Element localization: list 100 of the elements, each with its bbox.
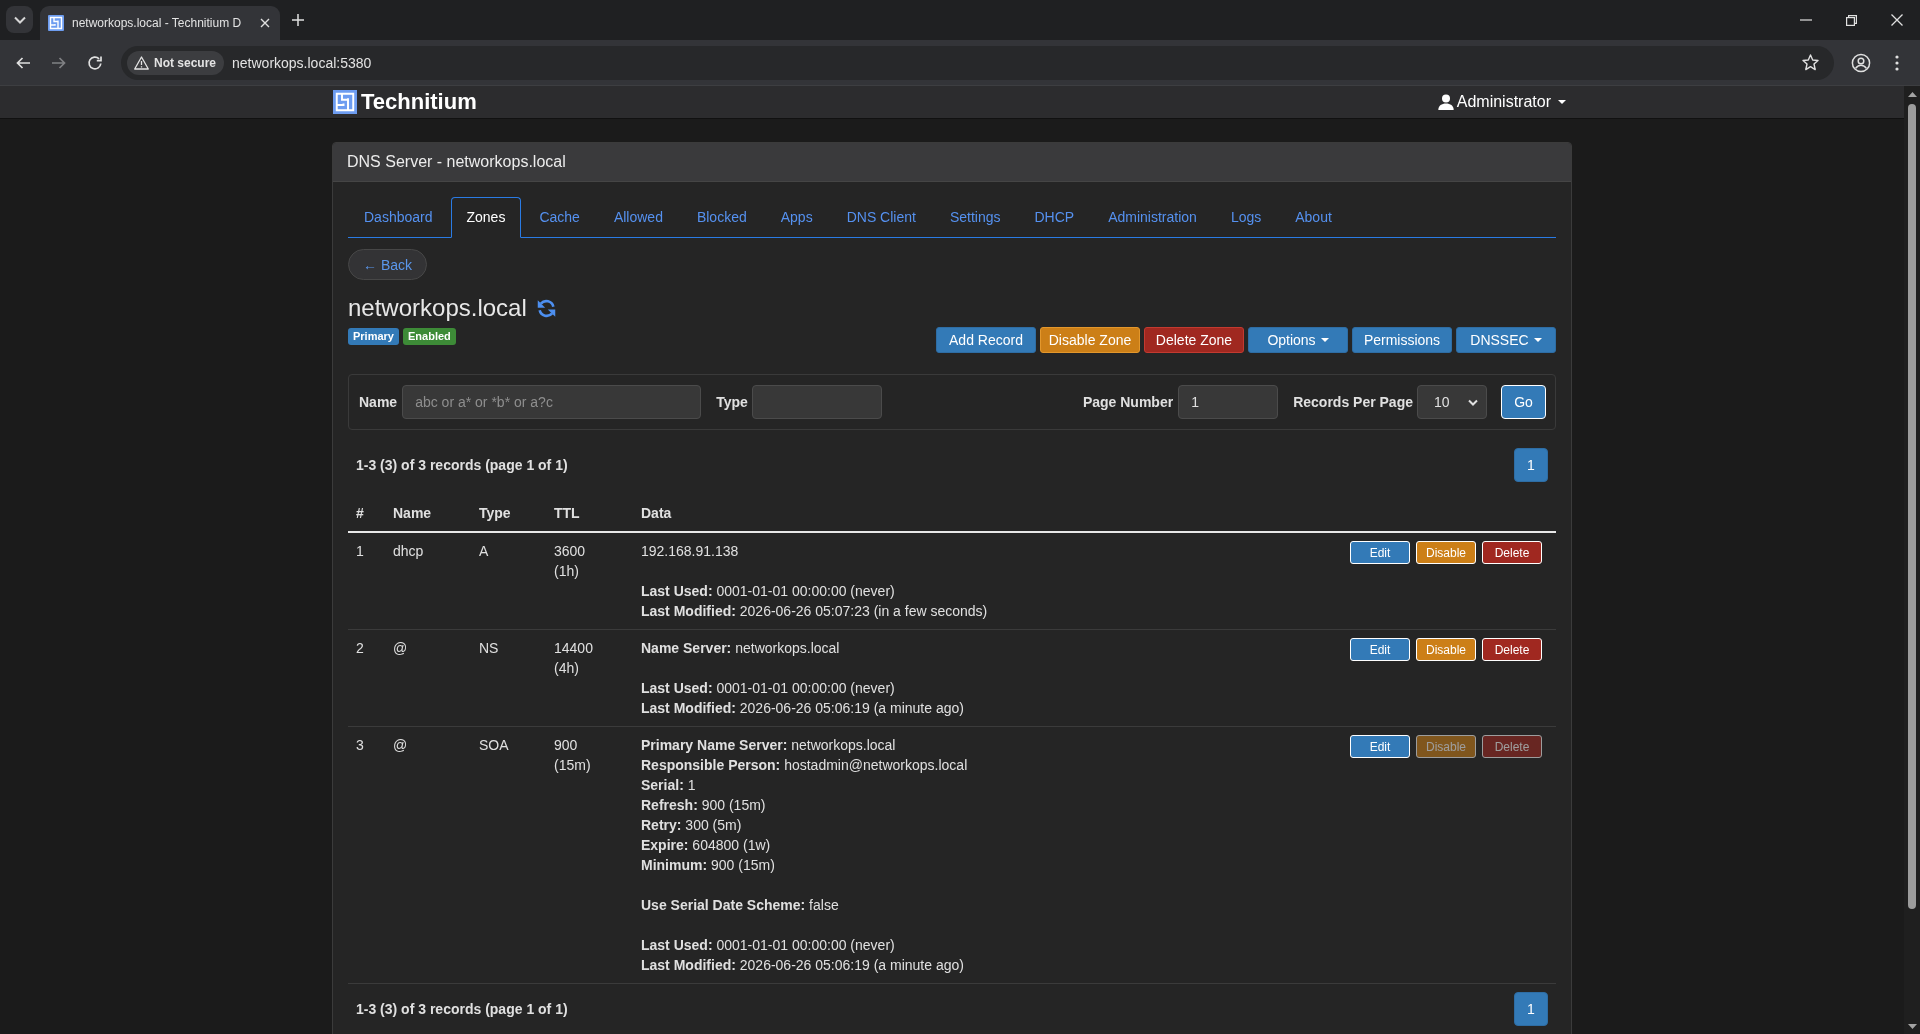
record-data-line: Refresh: 900 (15m): [641, 796, 766, 815]
ttl-value: 3600: [554, 542, 586, 561]
zone-action-button[interactable]: Disable Zone: [1040, 327, 1140, 353]
maze-favicon-icon: [48, 15, 64, 31]
row-action-button[interactable]: Delete: [1482, 541, 1542, 564]
table-cell: 1: [348, 532, 385, 630]
table-cell: A: [471, 532, 546, 630]
profile-icon[interactable]: [1851, 52, 1871, 73]
field-label: Page Number: [1082, 394, 1174, 410]
close-icon[interactable]: [260, 18, 270, 28]
tab-title: networkops.local - Technitium D: [72, 16, 243, 30]
table-cell: SOA: [471, 726, 546, 984]
url-text[interactable]: networkops.local:5380: [232, 54, 372, 71]
zone-action-button[interactable]: Permissions: [1352, 327, 1452, 353]
browser-tab[interactable]: networkops.local - Technitium D: [40, 6, 280, 40]
scrollbar-thumb[interactable]: [1908, 104, 1916, 909]
scroll-up-icon[interactable]: [1907, 92, 1917, 97]
name-input[interactable]: abc or a* or *b* or a?c: [402, 385, 702, 419]
scroll-down-icon[interactable]: [1907, 1024, 1917, 1029]
new-tab-icon[interactable]: [292, 14, 304, 26]
column-header: Data: [633, 495, 1342, 532]
nav-tab[interactable]: Blocked: [680, 197, 763, 237]
type-input[interactable]: [751, 385, 882, 419]
scrollbar[interactable]: [1904, 86, 1920, 1034]
zone-action-button[interactable]: DNSSEC: [1456, 327, 1556, 353]
table-cell: 2: [348, 629, 385, 727]
tab-search-button[interactable]: [6, 6, 33, 33]
user-icon: [1437, 94, 1454, 110]
restore-icon[interactable]: [1846, 14, 1857, 26]
records-summary: 1-3 (3) of 3 records (page 1 of 1): [356, 1001, 568, 1017]
maze-logo-icon: [333, 90, 357, 114]
status-label: Enabled: [403, 328, 456, 345]
row-action-button[interactable]: Edit: [1350, 541, 1410, 564]
column-header: Name: [385, 495, 471, 532]
security-chip[interactable]: Not secure: [127, 50, 225, 75]
record-data-line: Last Modified: 2026-06-26 05:06:19 (a minute ago): [641, 699, 964, 718]
nav-tab[interactable]: Settings: [933, 197, 1017, 237]
status-label: Primary: [348, 328, 399, 345]
chevron-down-icon: [13, 15, 26, 24]
record-data-line: Use Serial Date Scheme: false: [641, 896, 839, 915]
table-cell: dhcp: [385, 532, 471, 630]
zone-action-button[interactable]: Options: [1248, 327, 1348, 353]
record-data-line: Serial: 1: [641, 776, 696, 795]
refresh-icon[interactable]: [535, 297, 557, 319]
ttl-duration: (1h): [554, 562, 579, 581]
nav-tab[interactable]: Zones: [450, 197, 522, 238]
records-per-page-select[interactable]: 10: [1417, 385, 1487, 419]
field-label: Name: [359, 394, 398, 410]
row-action-button[interactable]: Edit: [1350, 735, 1410, 758]
record-data-line: Last Used: 0001-01-01 00:00:00 (never): [641, 936, 895, 955]
record-data-line: Last Modified: 2026-06-26 05:07:23 (in a few seconds): [641, 602, 988, 621]
row-action-button[interactable]: Disable: [1416, 541, 1476, 564]
zone-name: networkops.local: [348, 295, 527, 321]
record-data-line: Primary Name Server: networkops.local: [641, 736, 896, 755]
table-cell: 3: [348, 726, 385, 984]
column-header: Type: [471, 495, 546, 532]
record-data-line: Last Used: 0001-01-01 00:00:00 (never): [641, 582, 895, 601]
nav-tab[interactable]: Allowed: [597, 197, 679, 237]
menu-icon[interactable]: [1895, 54, 1899, 71]
nav-tab[interactable]: About: [1279, 197, 1348, 237]
record-data-line: Last Used: 0001-01-01 00:00:00 (never): [641, 679, 895, 698]
record-data-line: Responsible Person: hostadmin@networkops.local: [641, 756, 968, 775]
nav-tab[interactable]: DHCP: [1018, 197, 1091, 237]
zone-action-button[interactable]: Delete Zone: [1144, 327, 1244, 353]
row-action-button[interactable]: Delete: [1482, 638, 1542, 661]
record-data-line: Expire: 604800 (1w): [641, 836, 771, 855]
panel-title: DNS Server - networkops.local: [333, 143, 1571, 182]
record-data-line: Retry: 300 (5m): [641, 816, 742, 835]
ttl-duration: (4h): [554, 659, 579, 678]
nav-tab[interactable]: DNS Client: [830, 197, 932, 237]
field-label: Records Per Page: [1293, 394, 1413, 410]
go-button[interactable]: Go: [1501, 385, 1546, 419]
record-data-line: Name Server: networkops.local: [641, 639, 840, 658]
address-bar[interactable]: Not secure networkops.local:5380: [121, 45, 1834, 80]
ttl-value: 900: [554, 736, 578, 755]
nav-tab[interactable]: Logs: [1214, 197, 1278, 237]
back-button[interactable]: ← Back: [348, 249, 427, 280]
nav-tab[interactable]: Apps: [764, 197, 829, 237]
user-menu[interactable]: Administrator: [1437, 93, 1566, 111]
table-cell: @: [385, 629, 471, 727]
nav-tab[interactable]: Cache: [523, 197, 596, 237]
brand-link[interactable]: Technitium: [333, 89, 477, 115]
page-button[interactable]: 1: [1514, 992, 1548, 1026]
zone-action-button[interactable]: Add Record: [936, 327, 1036, 353]
page-number-input[interactable]: 1: [1178, 385, 1279, 419]
close-icon[interactable]: [1891, 14, 1903, 26]
row-action-button[interactable]: Disable: [1416, 638, 1476, 661]
row-action-button[interactable]: Edit: [1350, 638, 1410, 661]
ttl-duration: (15m): [554, 756, 591, 775]
table-cell: NS: [471, 629, 546, 727]
record-data-line: 192.168.91.138: [641, 542, 739, 561]
bookmark-star-icon[interactable]: [1802, 54, 1819, 71]
nav-tab[interactable]: Dashboard: [348, 197, 449, 237]
nav-tab[interactable]: Administration: [1092, 197, 1213, 237]
records-summary: 1-3 (3) of 3 records (page 1 of 1): [356, 457, 568, 473]
reload-icon[interactable]: [87, 54, 103, 71]
record-data-line: Minimum: 900 (15m): [641, 856, 775, 875]
column-header: TTL: [546, 495, 633, 532]
chevron-down-icon: [1468, 398, 1478, 406]
page-button[interactable]: 1: [1514, 448, 1548, 482]
